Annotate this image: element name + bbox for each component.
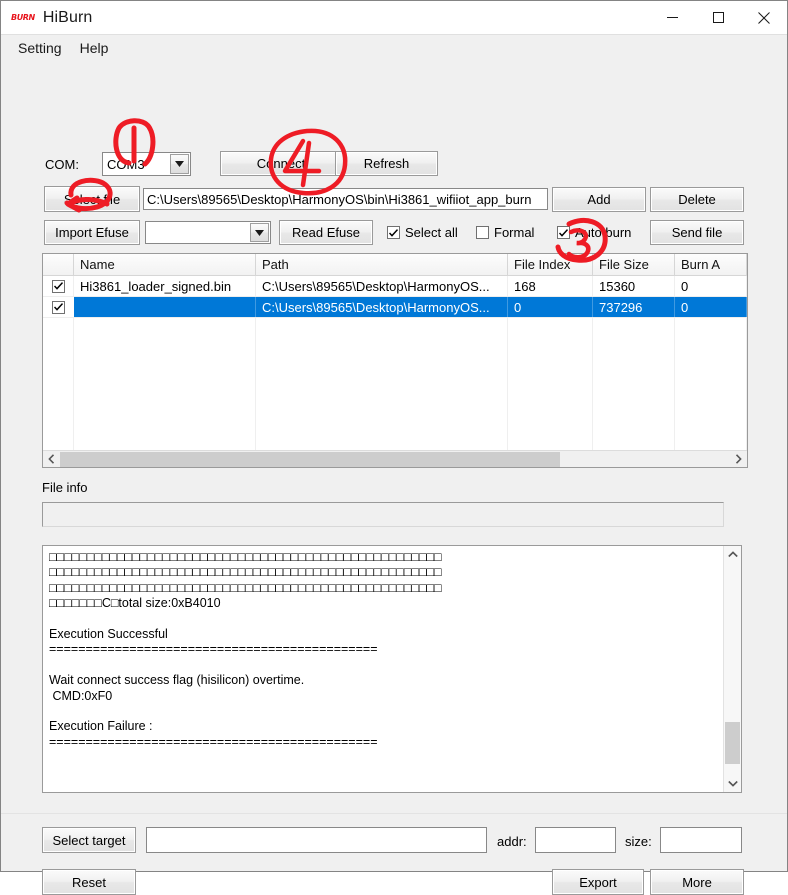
column-header-file-index[interactable]: File Index — [508, 254, 593, 275]
file-info-box — [42, 502, 724, 527]
scrollbar-track[interactable] — [60, 451, 730, 468]
cell-file-index: 168 — [508, 276, 593, 296]
cell-file-size: 737296 — [593, 297, 675, 317]
scroll-left-icon[interactable] — [43, 451, 60, 468]
chevron-down-icon[interactable] — [170, 154, 189, 174]
menu-item-help[interactable]: Help — [71, 37, 118, 59]
connect-button[interactable]: Connect — [220, 151, 342, 176]
size-input[interactable] — [660, 827, 742, 853]
cell-path: C:\Users\89565\Desktop\HarmonyOS... — [256, 276, 508, 296]
chevron-down-icon[interactable] — [250, 223, 269, 242]
column-header-burn-addr[interactable]: Burn A — [675, 254, 747, 275]
select-all-label: Select all — [405, 225, 458, 240]
scrollbar-thumb[interactable] — [60, 451, 560, 467]
menu-item-setting[interactable]: Setting — [9, 37, 71, 59]
divider — [1, 813, 787, 814]
target-input[interactable] — [146, 827, 487, 853]
caption-buttons — [649, 1, 787, 34]
checkbox-checked-icon — [51, 279, 65, 293]
minimize-icon[interactable] — [649, 1, 695, 34]
reset-button[interactable]: Reset — [42, 869, 136, 895]
checkbox-checked-icon — [557, 226, 570, 239]
more-button[interactable]: More — [650, 869, 744, 895]
delete-button[interactable]: Delete — [650, 187, 744, 212]
column-header-check[interactable] — [43, 254, 74, 275]
file-path-input[interactable]: C:\Users\89565\Desktop\HarmonyOS\bin\Hi3… — [143, 188, 548, 210]
row-checkbox[interactable] — [43, 297, 74, 317]
cell-file-size: 15360 — [593, 276, 675, 296]
cell-path: C:\Users\89565\Desktop\HarmonyOS... — [256, 297, 508, 317]
com-port-value: COM3 — [107, 156, 145, 172]
table-empty-row — [43, 318, 747, 451]
auto-burn-checkbox[interactable]: Auto burn — [557, 225, 631, 240]
efuse-combo[interactable] — [145, 221, 271, 244]
scrollbar-thumb[interactable] — [725, 722, 740, 764]
cell-burn-addr: 0 — [675, 276, 747, 296]
auto-burn-label: Auto burn — [575, 225, 632, 240]
scroll-right-icon[interactable] — [730, 451, 747, 468]
vertical-scrollbar[interactable] — [723, 546, 741, 792]
horizontal-scrollbar[interactable] — [43, 450, 747, 467]
table-row[interactable]: Hi3861_loader_signed.bin C:\Users\89565\… — [43, 276, 747, 297]
scroll-down-icon[interactable] — [724, 775, 741, 792]
cell-name: Hi3861_loader_signed.bin — [74, 276, 256, 296]
select-all-checkbox[interactable]: Select all — [387, 225, 458, 240]
refresh-button[interactable]: Refresh — [335, 151, 438, 176]
cell-name — [74, 297, 256, 317]
column-header-file-size[interactable]: File Size — [593, 254, 675, 275]
table-row[interactable]: C:\Users\89565\Desktop\HarmonyOS... 0 73… — [43, 297, 747, 318]
send-file-button[interactable]: Send file — [650, 220, 744, 245]
title-bar: BURN HiBurn — [1, 1, 787, 34]
cell-burn-addr: 0 — [675, 297, 747, 317]
column-header-path[interactable]: Path — [256, 254, 508, 275]
import-efuse-button[interactable]: Import Efuse — [44, 220, 140, 245]
select-target-button[interactable]: Select target — [42, 827, 136, 853]
checkbox-checked-icon — [51, 300, 65, 314]
column-header-name[interactable]: Name — [74, 254, 256, 275]
cell-file-index: 0 — [508, 297, 593, 317]
maximize-icon[interactable] — [695, 1, 741, 34]
file-list[interactable]: Name Path File Index File Size Burn A Hi… — [42, 253, 748, 468]
menu-bar: Setting Help — [1, 34, 787, 61]
size-label: size: — [625, 834, 652, 849]
row-checkbox[interactable] — [43, 276, 74, 296]
formal-label: Formal — [494, 225, 535, 240]
file-list-header: Name Path File Index File Size Burn A — [43, 254, 747, 276]
hiburn-window: BURN HiBurn Setting Help COM: COM3 Conne… — [0, 0, 788, 895]
window-title: HiBurn — [42, 8, 93, 26]
com-label: COM: — [45, 157, 79, 172]
checkbox-unchecked-icon — [476, 226, 489, 239]
select-file-button[interactable]: Select file — [44, 186, 140, 212]
file-info-label: File info — [42, 480, 88, 495]
log-console[interactable]: □□□□□□□□□□□□□□□□□□□□□□□□□□□□□□□□□□□□□□□□… — [42, 545, 742, 793]
addr-label: addr: — [497, 834, 527, 849]
scroll-up-icon[interactable] — [724, 546, 741, 563]
com-port-combo[interactable]: COM3 — [102, 152, 191, 176]
read-efuse-button[interactable]: Read Efuse — [279, 220, 373, 245]
addr-input[interactable] — [535, 827, 616, 853]
formal-checkbox[interactable]: Formal — [476, 225, 534, 240]
checkbox-checked-icon — [387, 226, 400, 239]
client-area: COM: COM3 Connect Refresh Select file C:… — [1, 61, 787, 895]
add-button[interactable]: Add — [552, 187, 646, 212]
export-button[interactable]: Export — [552, 869, 644, 895]
app-logo-icon: BURN — [11, 12, 35, 22]
close-icon[interactable] — [741, 1, 787, 34]
log-text: □□□□□□□□□□□□□□□□□□□□□□□□□□□□□□□□□□□□□□□□… — [49, 550, 442, 749]
